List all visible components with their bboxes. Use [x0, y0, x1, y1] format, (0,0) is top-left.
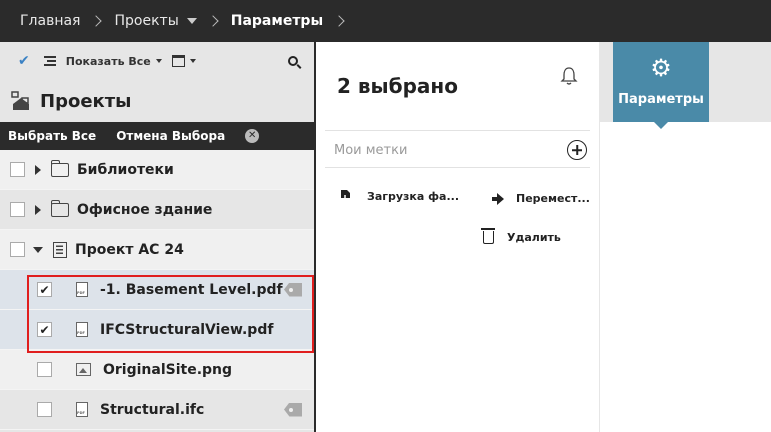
- projects-panel: ✔ Показать Все Проекты Выбрать Все Отмен…: [0, 42, 316, 432]
- building-icon: [53, 241, 67, 258]
- calendar-icon[interactable]: [171, 55, 185, 67]
- folder-icon: [50, 159, 69, 177]
- chevron-right-icon: [207, 15, 219, 27]
- pdf-file-icon: [76, 322, 88, 337]
- panel-toolbar: ✔ Показать Все: [0, 42, 314, 80]
- chevron-right-icon: [333, 15, 345, 27]
- row-label: IFCStructuralView.pdf: [100, 321, 274, 338]
- page-title: Проекты: [40, 90, 132, 112]
- select-mode-icon[interactable]: ✔: [18, 53, 30, 69]
- row-label: Библиотеки: [77, 161, 174, 178]
- settings-panel: ⚙ Параметры: [600, 42, 771, 432]
- tab-settings-label: Параметры: [618, 92, 704, 107]
- projects-header: Проекты: [0, 80, 314, 122]
- list-view-icon[interactable]: [43, 56, 56, 66]
- breadcrumb-current[interactable]: Параметры: [231, 13, 323, 29]
- delete-label: Удалить: [507, 231, 561, 244]
- collapse-arrow-icon[interactable]: [33, 246, 43, 253]
- deselect-button[interactable]: Отмена Выбора: [116, 129, 225, 143]
- row-label: -1. Basement Level.pdf: [100, 281, 283, 298]
- folder-icon: [50, 199, 69, 217]
- tags-placeholder: Мои метки: [334, 143, 408, 158]
- expand-arrow-icon[interactable]: [35, 204, 41, 215]
- download-action[interactable]: Загрузка фа...: [339, 189, 459, 203]
- tag-icon[interactable]: [284, 402, 302, 417]
- pdf-file-icon: [76, 282, 88, 297]
- trash-icon: [481, 228, 495, 244]
- select-all-button[interactable]: Выбрать Все: [8, 129, 96, 143]
- chevron-down-icon[interactable]: [155, 59, 162, 63]
- bell-icon[interactable]: [560, 66, 578, 86]
- close-icon[interactable]: ✕: [245, 129, 260, 143]
- tag-icon[interactable]: [284, 282, 302, 297]
- selection-panel: 2 выбрано Мои метки Загрузка фа... Перем…: [318, 42, 600, 432]
- row-checkbox[interactable]: [10, 162, 25, 177]
- tree-row-file[interactable]: OriginalSite.png: [0, 350, 314, 390]
- row-label: Проект AC 24: [75, 241, 184, 258]
- row-label: Structural.ifc: [100, 401, 205, 418]
- breadcrumb: Главная Проекты Параметры: [20, 13, 357, 29]
- tree-row-project[interactable]: Проект AC 24: [0, 230, 314, 270]
- breadcrumb-projects[interactable]: Проекты: [114, 13, 178, 29]
- download-icon: [341, 190, 350, 203]
- expand-arrow-icon[interactable]: [35, 164, 41, 175]
- top-navigation-bar: Главная Проекты Параметры: [0, 0, 771, 42]
- arrow-right-icon: [492, 192, 504, 205]
- delete-action[interactable]: Удалить: [481, 228, 561, 244]
- image-file-icon: [76, 363, 91, 376]
- gear-icon: ⚙: [650, 54, 672, 82]
- projects-tree-icon: [11, 91, 29, 110]
- row-checkbox[interactable]: [10, 202, 25, 217]
- show-all-filter[interactable]: Показать Все: [66, 55, 151, 68]
- move-action[interactable]: Перемест...: [489, 192, 590, 205]
- move-label: Перемест...: [516, 192, 590, 205]
- add-tag-icon[interactable]: [567, 140, 587, 160]
- selection-bar: Выбрать Все Отмена Выбора ✕: [0, 122, 314, 150]
- chevron-right-icon: [90, 15, 103, 27]
- row-checkbox-checked[interactable]: ✔: [37, 322, 52, 337]
- row-checkbox[interactable]: [10, 242, 25, 257]
- tab-settings[interactable]: ⚙ Параметры: [613, 42, 709, 122]
- chevron-down-icon[interactable]: [189, 59, 196, 63]
- row-checkbox[interactable]: [37, 402, 52, 417]
- breadcrumb-home[interactable]: Главная: [20, 13, 80, 29]
- tree-row-file[interactable]: ✔ -1. Basement Level.pdf: [0, 270, 314, 310]
- row-label: OriginalSite.png: [103, 361, 233, 378]
- row-checkbox[interactable]: [37, 362, 52, 377]
- tree-row-file[interactable]: Structural.ifc: [0, 390, 314, 430]
- file-icon: [76, 402, 88, 417]
- chevron-down-icon[interactable]: [186, 18, 197, 24]
- tags-field[interactable]: Мои метки: [325, 130, 590, 168]
- tree-row-libraries[interactable]: Библиотеки: [0, 150, 314, 190]
- row-checkbox-checked[interactable]: ✔: [37, 282, 52, 297]
- row-label: Офисное здание: [77, 201, 213, 218]
- tree-row-office[interactable]: Офисное здание: [0, 190, 314, 230]
- tree-row-file[interactable]: ✔ IFCStructuralView.pdf: [0, 310, 314, 350]
- selected-count: 2 выбрано: [337, 74, 458, 98]
- search-icon[interactable]: [288, 56, 298, 66]
- download-label: Загрузка фа...: [367, 189, 460, 203]
- project-tree: Библиотеки Офисное здание Проект AC 24 ✔…: [0, 150, 314, 430]
